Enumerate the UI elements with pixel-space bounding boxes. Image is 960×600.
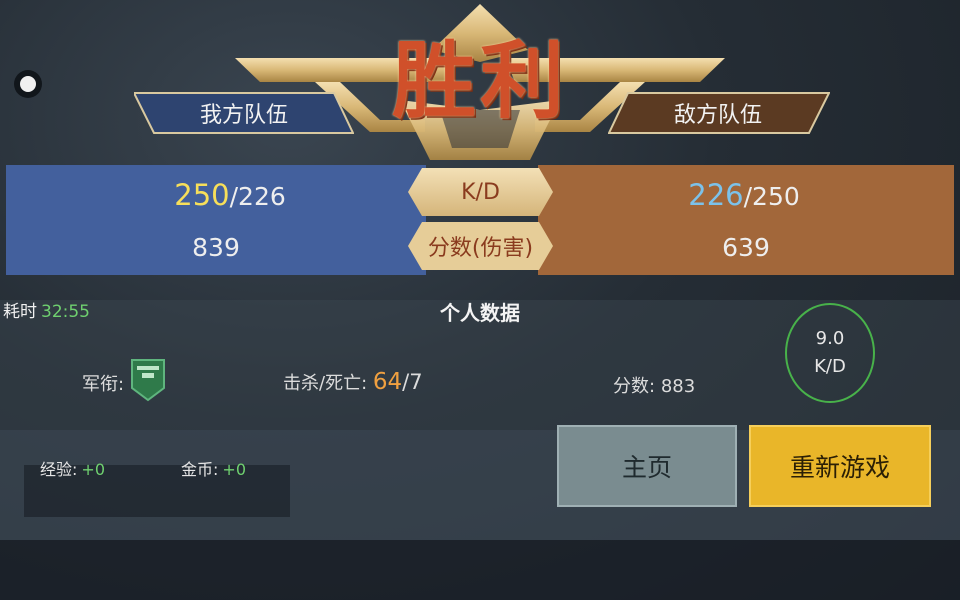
personal-data-title: 个人数据 (440, 301, 520, 325)
kd-label: K/D (461, 179, 500, 205)
rank-label: 军衔: (82, 374, 125, 395)
coin-reward: 金币: +0 (181, 460, 246, 479)
enemy-team-label: 敌方队伍 (673, 103, 762, 128)
enemy-score: 639 (722, 233, 770, 262)
personal-score: 分数: 883 (613, 376, 696, 397)
personal-kd-value: 9.0 (815, 328, 845, 349)
replay-button[interactable]: 重新游戏 (749, 425, 931, 507)
elapsed-time: 耗时 32:55 (3, 302, 90, 322)
personal-kd-label: K/D (814, 356, 846, 377)
home-button[interactable]: 主页 (557, 425, 737, 507)
ally-score: 839 (192, 233, 240, 262)
personal-kd-ring: 9.0 K/D (785, 303, 875, 403)
ally-kd: 250/226 (174, 178, 286, 212)
enemy-kd: 226/250 (688, 178, 800, 212)
score-label: 分数(伤害) (427, 236, 534, 261)
background-band (0, 540, 960, 600)
kill-death-stat: 击杀/死亡: 64/7 (283, 369, 423, 395)
rank-badge-icon (131, 359, 165, 402)
ally-team-label: 我方队伍 (199, 103, 288, 128)
exp-reward: 经验: +0 (40, 460, 105, 479)
